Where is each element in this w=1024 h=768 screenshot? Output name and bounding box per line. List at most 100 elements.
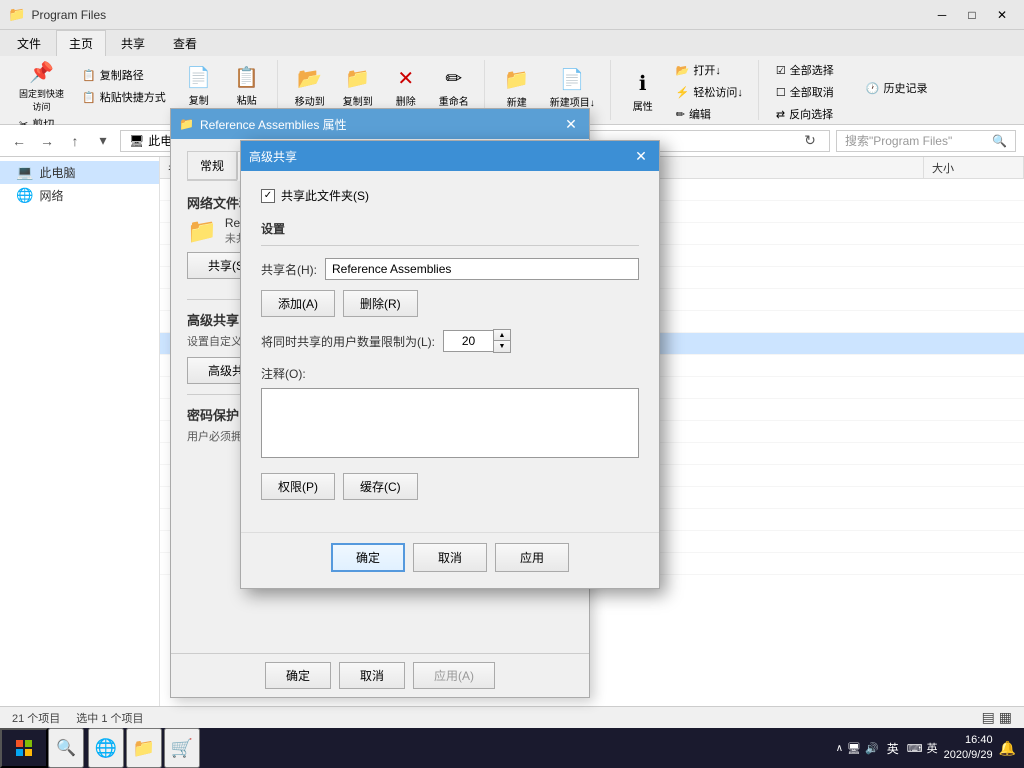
move-to-button[interactable]: 📂 移动到 <box>288 61 332 113</box>
copy-path-icon: 📋 <box>82 69 96 82</box>
item-count: 21 个项目 <box>12 710 60 726</box>
status-bar: 21 个项目 选中 1 个项目 ▤ ▦ <box>0 706 1024 728</box>
close-properties-button[interactable]: ✕ <box>561 114 581 134</box>
tab-home[interactable]: 主页 <box>56 30 106 56</box>
paste-shortcut-button[interactable]: 📋 粘贴快捷方式 <box>75 87 173 107</box>
edit-button[interactable]: ✏ 编辑 <box>669 104 750 124</box>
clock-date: 2020/9/29 <box>944 748 993 763</box>
taskbar-explorer-button[interactable]: 📁 <box>126 728 162 768</box>
history-icon: 🕐 <box>866 82 880 95</box>
note-textarea[interactable] <box>261 388 639 458</box>
advanced-share-dialog: 高级共享 ✕ ✓ 共享此文件夹(S) 设置 共享名(H): 添加(A) 删除(R… <box>240 140 660 589</box>
forward-button[interactable]: → <box>36 130 58 152</box>
up-button[interactable]: ↑ <box>64 130 86 152</box>
ime-lang-indicator[interactable]: 英 <box>927 740 938 756</box>
tray-chevron-icon[interactable]: ∧ <box>836 743 843 754</box>
invert-select-button[interactable]: ⇄ 反向选择 <box>769 104 841 124</box>
copy-to-button[interactable]: 📁 复制到 <box>336 61 380 113</box>
select-all-group: ☑ 全部选择 ☐ 全部取消 ⇄ 反向选择 <box>769 60 841 124</box>
sidebar-item-network[interactable]: 🌐 网络 <box>0 184 159 207</box>
open-button[interactable]: 📂 打开↓ <box>669 60 750 80</box>
adv-apply-button[interactable]: 应用 <box>495 543 569 572</box>
user-limit-input[interactable] <box>443 330 493 352</box>
props-apply-button[interactable]: 应用(A) <box>413 662 495 689</box>
deselect-icon: ☐ <box>776 86 786 99</box>
properties-dialog-title: Reference Assemblies 属性 <box>200 116 561 133</box>
ime-indicator[interactable]: 英 <box>883 738 903 759</box>
tab-share[interactable]: 共享 <box>108 30 158 56</box>
selected-count: 选中 1 个项目 <box>76 710 143 726</box>
back-button[interactable]: ← <box>8 130 30 152</box>
spinner-up-button[interactable]: ▲ <box>494 330 510 341</box>
network-tray-icon[interactable]: 🖥 <box>847 742 861 755</box>
add-remove-buttons: 添加(A) 删除(R) <box>261 290 639 317</box>
windows-logo-icon <box>15 739 33 757</box>
delete-label: 删除 <box>396 93 416 108</box>
notification-button[interactable]: 🔔 <box>999 740 1016 757</box>
new-item-button[interactable]: 📄 新建项目↓ <box>543 62 602 114</box>
volume-tray-icon[interactable]: 🔊 <box>865 742 879 755</box>
copy-icon: 📄 <box>186 65 211 90</box>
paste-label: 粘贴 <box>237 92 257 107</box>
taskbar-search-button[interactable]: 🔍 <box>48 728 84 768</box>
network-label: 网络 <box>39 187 63 204</box>
adv-dialog-content: ✓ 共享此文件夹(S) 设置 共享名(H): 添加(A) 删除(R) 将同时共享… <box>241 171 659 532</box>
tab-view[interactable]: 查看 <box>160 30 210 56</box>
taskbar-store-button[interactable]: 🛒 <box>164 728 200 768</box>
search-icon: 🔍 <box>992 134 1007 148</box>
view-toggle-icons[interactable]: ▤ ▦ <box>982 709 1012 726</box>
new-folder-button[interactable]: 📁 新建 <box>495 62 539 114</box>
adv-dialog-title: 高级共享 <box>249 148 631 165</box>
delete-button[interactable]: ✕ 删除 <box>384 61 428 113</box>
select-all-label: 全部选择 <box>790 62 834 78</box>
permissions-button[interactable]: 权限(P) <box>261 473 335 500</box>
spinner-buttons: ▲ ▼ <box>493 329 511 353</box>
start-button[interactable] <box>0 728 48 768</box>
share-checkbox[interactable]: ✓ <box>261 189 275 203</box>
taskbar-search-icon: 🔍 <box>56 738 76 758</box>
copy-path-button[interactable]: 📋 复制路径 <box>75 65 173 85</box>
deselect-all-button[interactable]: ☐ 全部取消 <box>769 82 841 102</box>
adv-title-bar: 高级共享 ✕ <box>241 141 659 171</box>
clock-time: 16:40 <box>944 733 993 748</box>
copy-to-label: 复制到 <box>343 93 373 108</box>
taskbar-edge-button[interactable]: 🌐 <box>88 728 124 768</box>
tab-general[interactable]: 常规 <box>187 151 237 179</box>
cache-button[interactable]: 缓存(C) <box>343 473 418 500</box>
tab-file[interactable]: 文件 <box>4 30 54 56</box>
share-name-input[interactable] <box>325 258 639 280</box>
spinner-down-button[interactable]: ▼ <box>494 341 510 352</box>
adv-ok-button[interactable]: 确定 <box>331 543 405 572</box>
pin-button[interactable]: 📌 固定到快速访问 <box>12 60 71 112</box>
select-all-button[interactable]: ☑ 全部选择 <box>769 60 841 80</box>
history-button[interactable]: 🕐 历史记录 <box>859 78 935 98</box>
refresh-button[interactable]: ↻ <box>799 130 821 152</box>
minimize-button[interactable]: ─ <box>928 5 956 25</box>
col-size-header[interactable]: 大小 <box>924 157 1024 178</box>
maximize-button[interactable]: □ <box>958 5 986 25</box>
add-share-button[interactable]: 添加(A) <box>261 290 335 317</box>
explorer-icon: 📁 <box>133 738 155 759</box>
properties-button[interactable]: ℹ 属性 <box>621 66 665 118</box>
system-tray: ∧ 🖥 🔊 英 ⌨ 英 <box>836 738 938 759</box>
adv-cancel-button[interactable]: 取消 <box>413 543 487 572</box>
sidebar-item-this-pc[interactable]: 💻 此电脑 <box>0 161 159 184</box>
remove-share-button[interactable]: 删除(R) <box>343 290 418 317</box>
organize-buttons: 📂 移动到 📁 复制到 ✕ 删除 ✏ 重命名 <box>288 60 476 114</box>
paste-button[interactable]: 📋 粘贴 <box>225 60 269 112</box>
taskbar-right: ∧ 🖥 🔊 英 ⌨ 英 16:40 2020/9/29 🔔 <box>836 733 1024 764</box>
search-placeholder: 搜索"Program Files" <box>845 132 952 149</box>
move-icon: 📂 <box>297 66 322 91</box>
network-icon: 🌐 <box>16 187 33 204</box>
note-label: 注释(O): <box>261 365 639 382</box>
close-advanced-button[interactable]: ✕ <box>631 146 651 166</box>
close-explorer-button[interactable]: ✕ <box>988 5 1016 25</box>
props-ok-button[interactable]: 确定 <box>265 662 331 689</box>
rename-button[interactable]: ✏ 重命名 <box>432 61 476 113</box>
recent-button[interactable]: ▾ <box>92 130 114 152</box>
keyboard-icon[interactable]: ⌨ <box>907 742 923 755</box>
taskbar-clock[interactable]: 16:40 2020/9/29 <box>944 733 993 764</box>
easy-access-button[interactable]: ⚡ 轻松访问↓ <box>669 82 750 102</box>
copy-button[interactable]: 📄 复制 <box>177 60 221 112</box>
props-cancel-button[interactable]: 取消 <box>339 662 405 689</box>
